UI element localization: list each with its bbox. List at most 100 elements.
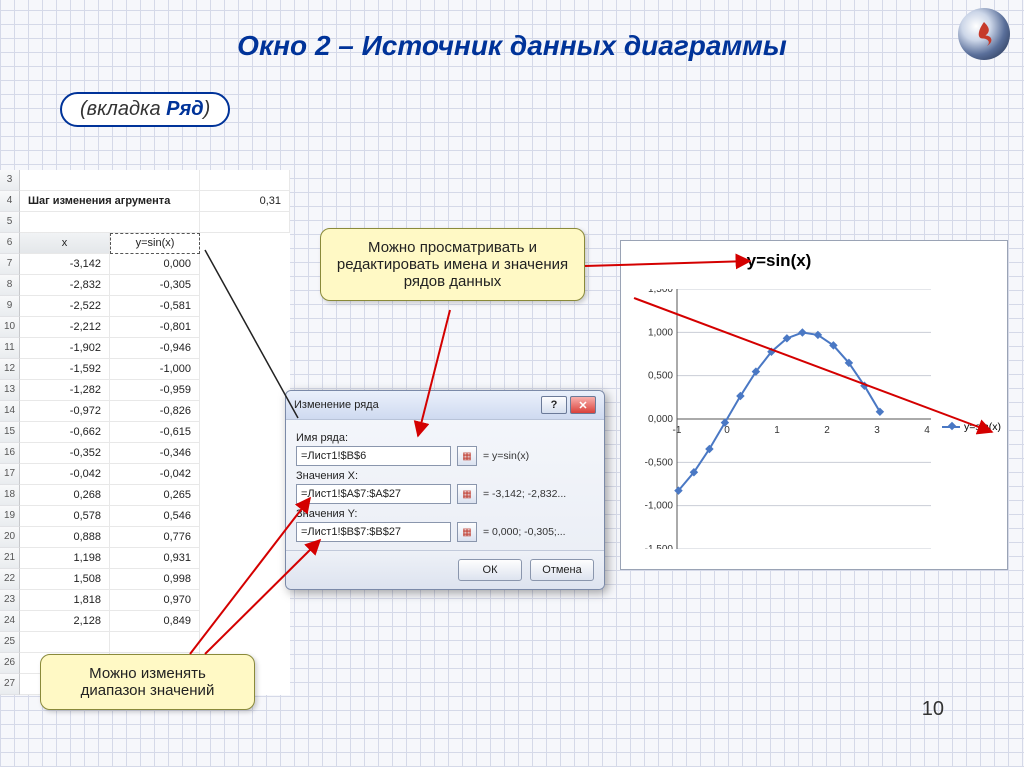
cell-x[interactable]: 1,818 bbox=[20, 590, 110, 611]
row-header[interactable]: 13 bbox=[0, 380, 20, 401]
svg-text:0,500: 0,500 bbox=[648, 371, 673, 382]
cell-x[interactable]: 1,508 bbox=[20, 569, 110, 590]
cell-y[interactable]: -0,946 bbox=[110, 338, 200, 359]
dialog-titlebar[interactable]: Изменение ряда ? ✕ bbox=[286, 391, 604, 420]
cancel-button[interactable]: Отмена bbox=[530, 559, 594, 581]
row-header[interactable]: 7 bbox=[0, 254, 20, 275]
row-header[interactable]: 3 bbox=[0, 170, 20, 191]
cell[interactable] bbox=[200, 212, 290, 233]
row-header[interactable]: 8 bbox=[0, 275, 20, 296]
cell-y[interactable]: -0,615 bbox=[110, 422, 200, 443]
cell-x[interactable]: -0,972 bbox=[20, 401, 110, 422]
cell-x[interactable]: -2,212 bbox=[20, 317, 110, 338]
row-header[interactable]: 16 bbox=[0, 443, 20, 464]
spreadsheet[interactable]: 3 4 Шаг изменения агрумента 0,31 5 6 x y… bbox=[0, 170, 290, 695]
cell-y[interactable]: -0,581 bbox=[110, 296, 200, 317]
cell-x[interactable]: 0,888 bbox=[20, 527, 110, 548]
row-header[interactable]: 4 bbox=[0, 191, 20, 212]
close-button[interactable]: ✕ bbox=[570, 396, 596, 414]
cell-x[interactable]: -1,902 bbox=[20, 338, 110, 359]
step-value[interactable]: 0,31 bbox=[200, 191, 290, 212]
chart-plot-area[interactable]: 1,5001,0000,5000,000-0,500-1,000-1,500-1… bbox=[641, 289, 931, 549]
row-header[interactable]: 27 bbox=[0, 674, 20, 695]
cell-x[interactable]: -3,142 bbox=[20, 254, 110, 275]
svg-text:-1,000: -1,000 bbox=[645, 501, 674, 512]
cell-x[interactable]: 2,128 bbox=[20, 611, 110, 632]
ok-button[interactable]: ОК bbox=[458, 559, 522, 581]
row-header[interactable]: 25 bbox=[0, 632, 20, 653]
row-header[interactable]: 15 bbox=[0, 422, 20, 443]
cell-y[interactable]: -0,826 bbox=[110, 401, 200, 422]
row-header[interactable]: 26 bbox=[0, 653, 20, 674]
range-picker-button[interactable]: ▦ bbox=[457, 484, 477, 504]
y-values-input[interactable]: =Лист1!$B$7:$B$27 bbox=[296, 522, 451, 542]
x-values-input[interactable]: =Лист1!$A$7:$A$27 bbox=[296, 484, 451, 504]
cell[interactable] bbox=[20, 212, 200, 233]
row-header[interactable]: 10 bbox=[0, 317, 20, 338]
svg-text:4: 4 bbox=[924, 425, 930, 436]
callout-range: Можно изменять диапазон значений bbox=[40, 654, 255, 710]
cell-y[interactable]: 0,776 bbox=[110, 527, 200, 548]
subtitle-close: ) bbox=[204, 98, 211, 120]
cell-y[interactable]: 0,000 bbox=[110, 254, 200, 275]
cell-x[interactable]: -1,592 bbox=[20, 359, 110, 380]
cell-y[interactable]: 0,265 bbox=[110, 485, 200, 506]
cell-y[interactable]: -0,042 bbox=[110, 464, 200, 485]
cell-y[interactable]: -0,305 bbox=[110, 275, 200, 296]
cell-x[interactable]: -1,282 bbox=[20, 380, 110, 401]
row-header[interactable]: 17 bbox=[0, 464, 20, 485]
cell-x[interactable]: 0,578 bbox=[20, 506, 110, 527]
chart[interactable]: y=sin(x) 1,5001,0000,5000,000-0,500-1,00… bbox=[620, 240, 1008, 570]
callout-names-values: Можно просматривать и редактировать имен… bbox=[320, 228, 585, 301]
cell-x[interactable]: -2,832 bbox=[20, 275, 110, 296]
cell-x[interactable]: 0,268 bbox=[20, 485, 110, 506]
row-header[interactable]: 20 bbox=[0, 527, 20, 548]
row-header[interactable]: 11 bbox=[0, 338, 20, 359]
row-header[interactable]: 23 bbox=[0, 590, 20, 611]
cell-y[interactable]: 0,931 bbox=[110, 548, 200, 569]
cell-y[interactable]: 0,970 bbox=[110, 590, 200, 611]
cell[interactable] bbox=[20, 170, 200, 191]
subtitle-open: (вкладка bbox=[80, 98, 166, 120]
cell-y[interactable]: 0,849 bbox=[110, 611, 200, 632]
range-picker-button[interactable]: ▦ bbox=[457, 522, 477, 542]
row-header[interactable]: 12 bbox=[0, 359, 20, 380]
cell-y[interactable]: 0,546 bbox=[110, 506, 200, 527]
cell-y[interactable]: -0,959 bbox=[110, 380, 200, 401]
cell-y[interactable]: -1,000 bbox=[110, 359, 200, 380]
row-header[interactable]: 21 bbox=[0, 548, 20, 569]
cell-x[interactable]: -0,662 bbox=[20, 422, 110, 443]
row-header[interactable]: 18 bbox=[0, 485, 20, 506]
col-header-x[interactable]: x bbox=[20, 233, 110, 254]
dialog-title-text: Изменение ряда bbox=[294, 399, 538, 411]
cell-x[interactable] bbox=[20, 632, 110, 653]
row-header[interactable]: 6 bbox=[0, 233, 20, 254]
col-header-y-selected[interactable]: y=sin(x) bbox=[110, 233, 200, 254]
row-header[interactable]: 14 bbox=[0, 401, 20, 422]
series-name-input[interactable]: =Лист1!$B$6 bbox=[296, 446, 451, 466]
row-header[interactable]: 19 bbox=[0, 506, 20, 527]
row-header[interactable]: 9 bbox=[0, 296, 20, 317]
cell-y[interactable] bbox=[110, 632, 200, 653]
series-name-label: Имя ряда: bbox=[296, 432, 594, 444]
range-picker-button[interactable]: ▦ bbox=[457, 446, 477, 466]
help-button[interactable]: ? bbox=[541, 396, 567, 414]
cell-y[interactable]: -0,346 bbox=[110, 443, 200, 464]
chart-legend[interactable]: y=sin(x) bbox=[942, 421, 1001, 433]
cell-x[interactable]: -2,522 bbox=[20, 296, 110, 317]
svg-text:1,000: 1,000 bbox=[648, 327, 673, 338]
series-name-preview: = y=sin(x) bbox=[483, 450, 594, 462]
cell-x[interactable]: -0,042 bbox=[20, 464, 110, 485]
cell-x[interactable]: 1,198 bbox=[20, 548, 110, 569]
svg-text:3: 3 bbox=[874, 425, 880, 436]
cell-x[interactable]: -0,352 bbox=[20, 443, 110, 464]
row-header[interactable]: 22 bbox=[0, 569, 20, 590]
cell-y[interactable]: -0,801 bbox=[110, 317, 200, 338]
row-header[interactable]: 5 bbox=[0, 212, 20, 233]
cell-y[interactable]: 0,998 bbox=[110, 569, 200, 590]
cell[interactable] bbox=[200, 170, 290, 191]
edit-series-dialog: Изменение ряда ? ✕ Имя ряда: =Лист1!$B$6… bbox=[285, 390, 605, 590]
row-header[interactable]: 24 bbox=[0, 611, 20, 632]
svg-text:0,000: 0,000 bbox=[648, 414, 673, 425]
step-label[interactable]: Шаг изменения агрумента bbox=[20, 191, 200, 212]
